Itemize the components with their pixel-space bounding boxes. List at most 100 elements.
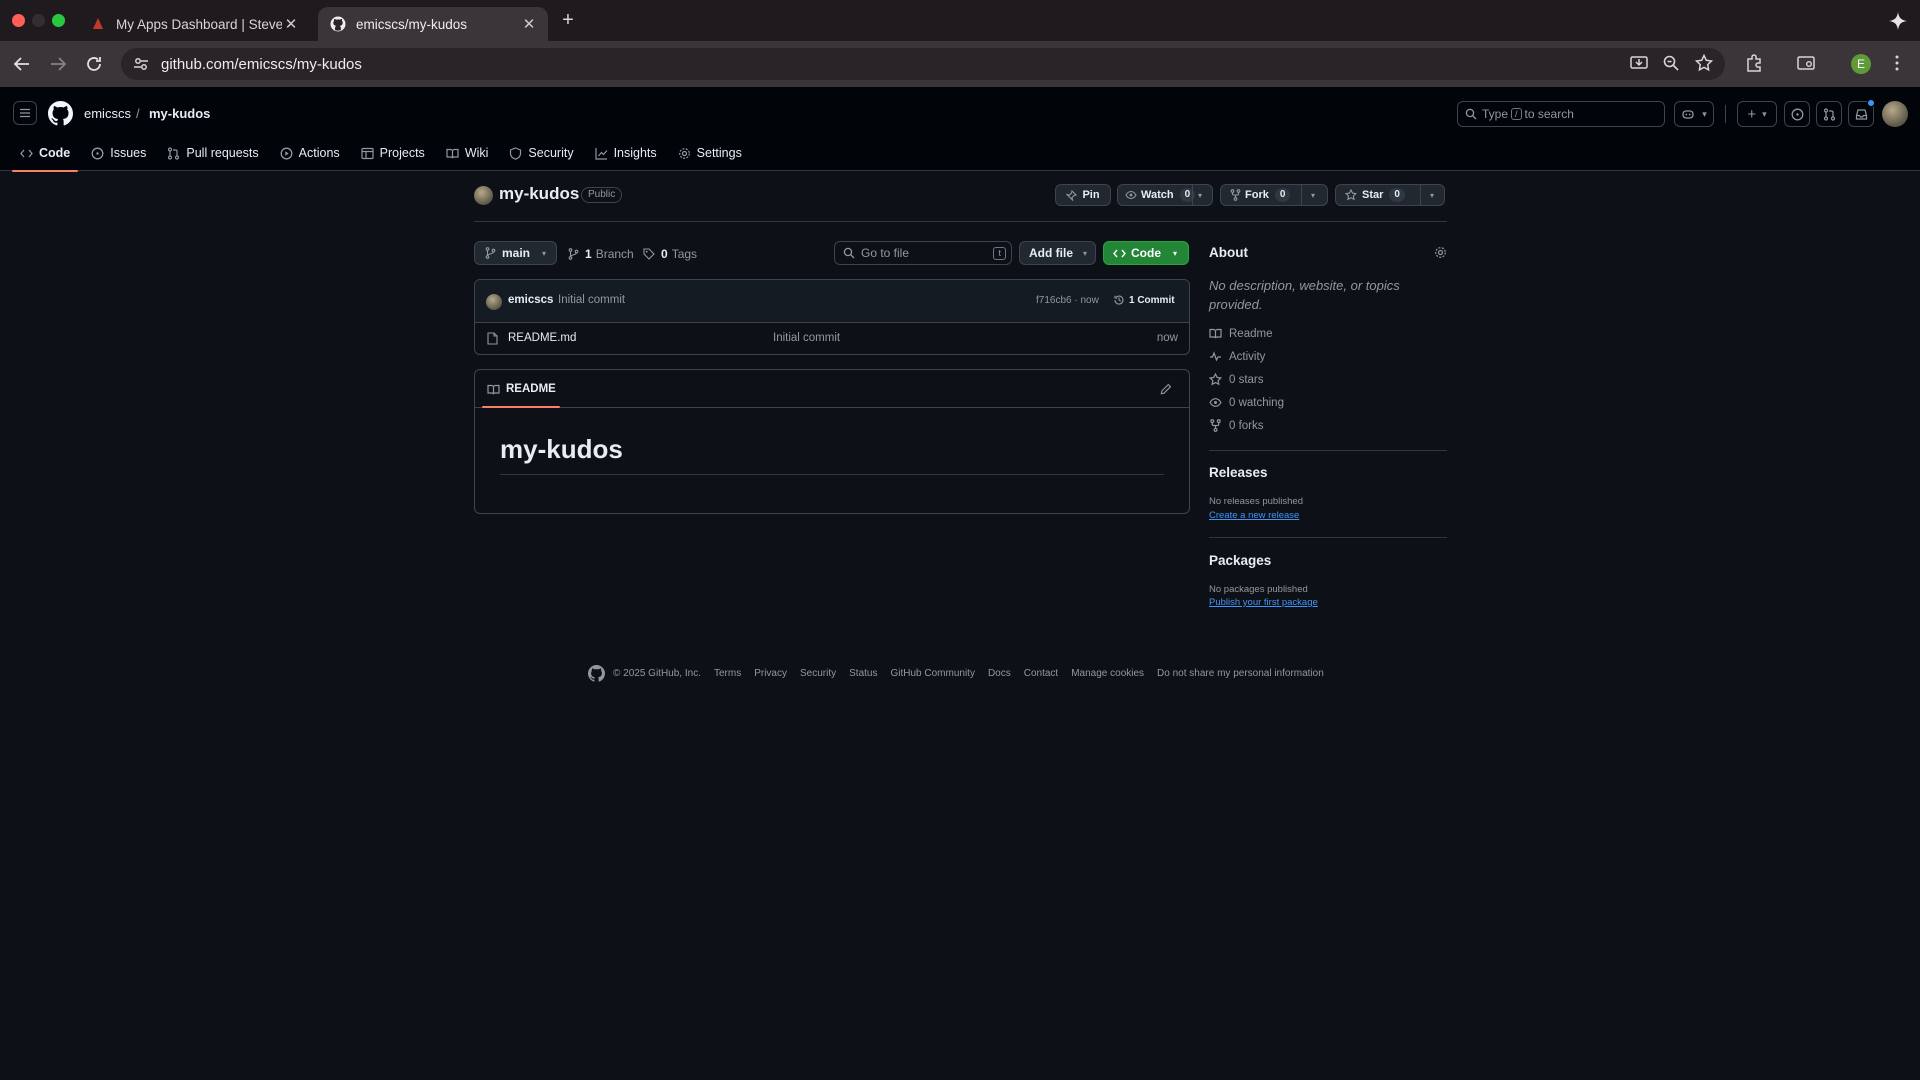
forks-link[interactable]: 0 forks bbox=[1209, 419, 1264, 432]
browser-profile-avatar[interactable]: E bbox=[1851, 54, 1871, 74]
tab-wiki[interactable]: Wiki bbox=[438, 135, 497, 171]
watching-link-label: 0 watching bbox=[1229, 396, 1284, 409]
add-file-label: Add file bbox=[1029, 246, 1073, 260]
github-logo-icon[interactable] bbox=[588, 664, 605, 682]
file-name[interactable]: README.md bbox=[508, 332, 576, 344]
back-arrow-icon[interactable] bbox=[11, 53, 33, 75]
chevron-down-icon: ▾ bbox=[542, 248, 547, 258]
readme-link[interactable]: Readme bbox=[1209, 327, 1272, 340]
pull-requests-button[interactable] bbox=[1816, 101, 1842, 127]
visibility-badge: Public bbox=[581, 187, 623, 203]
chevron-down-icon: ▾ bbox=[1083, 248, 1088, 258]
breadcrumb-repo[interactable]: my-kudos bbox=[149, 106, 210, 121]
create-new-button[interactable]: + ▾ bbox=[1737, 101, 1777, 127]
tab-title: My Apps Dashboard | Steven… bbox=[116, 16, 282, 32]
fork-button[interactable]: Fork 0 ▾ bbox=[1220, 184, 1328, 206]
pencil-icon[interactable] bbox=[1160, 383, 1172, 395]
browser-tab-repo[interactable]: emicscs/my-kudos ✕ bbox=[318, 7, 548, 41]
branch-selector[interactable]: main ▾ bbox=[474, 241, 557, 265]
code-button[interactable]: Code ▾ bbox=[1103, 241, 1189, 265]
releases-empty-text: No releases published bbox=[1209, 496, 1304, 507]
side-panel-icon[interactable] bbox=[1796, 53, 1816, 73]
browser-tab-dashboard[interactable]: My Apps Dashboard | Steven… ✕ bbox=[78, 7, 310, 41]
repo-tabs: Code Issues Pull requests Actions Projec… bbox=[12, 135, 755, 172]
chevron-down-icon[interactable]: ▾ bbox=[1430, 191, 1434, 200]
extensions-icon[interactable] bbox=[1744, 53, 1764, 73]
tab-actions[interactable]: Actions bbox=[272, 135, 348, 171]
gear-icon[interactable] bbox=[1434, 246, 1447, 259]
activity-link[interactable]: Activity bbox=[1209, 350, 1265, 363]
commit-sha-time[interactable]: f716cb6 · now bbox=[1036, 295, 1099, 306]
close-window-button[interactable] bbox=[12, 14, 25, 27]
readme-link-label: Readme bbox=[1229, 327, 1273, 340]
footer-link-status[interactable]: Status bbox=[849, 668, 877, 679]
footer-link-security[interactable]: Security bbox=[800, 668, 836, 679]
file-commit-message[interactable]: Initial commit bbox=[773, 332, 840, 344]
pin-button[interactable]: Pin bbox=[1055, 184, 1111, 206]
stars-link[interactable]: 0 stars bbox=[1209, 373, 1264, 386]
install-app-icon[interactable] bbox=[1629, 53, 1649, 73]
bookmark-star-icon[interactable] bbox=[1694, 53, 1714, 73]
watch-button[interactable]: Watch 0 ▾ bbox=[1117, 184, 1213, 206]
footer-link-privacy[interactable]: Privacy bbox=[754, 668, 787, 679]
tags-count: 0 bbox=[661, 247, 668, 261]
forward-arrow-icon[interactable] bbox=[47, 53, 69, 75]
repo-name[interactable]: my-kudos bbox=[499, 184, 579, 204]
tab-projects[interactable]: Projects bbox=[353, 135, 433, 171]
issue-icon bbox=[91, 147, 104, 159]
file-row[interactable]: README.md Initial commit now bbox=[475, 323, 1189, 354]
readme-tab[interactable]: README bbox=[487, 370, 556, 408]
commits-link[interactable]: 1 Commit bbox=[1113, 294, 1175, 306]
packages-title[interactable]: Packages bbox=[1209, 553, 1271, 568]
chevron-down-icon[interactable]: ▾ bbox=[1311, 191, 1315, 200]
tab-insights[interactable]: Insights bbox=[587, 135, 665, 171]
go-to-file-input[interactable]: Go to file t bbox=[834, 241, 1012, 265]
file-time: now bbox=[1156, 332, 1178, 344]
close-tab-icon[interactable]: ✕ bbox=[282, 15, 300, 33]
tab-settings[interactable]: Settings bbox=[670, 135, 750, 171]
zoom-icon[interactable] bbox=[1661, 53, 1681, 73]
gemini-sparkle-icon[interactable] bbox=[1887, 10, 1909, 32]
copilot-button[interactable]: ▾ bbox=[1674, 101, 1714, 127]
footer-link-contact[interactable]: Contact bbox=[1024, 668, 1058, 679]
commit-author[interactable]: emicscs bbox=[508, 294, 553, 306]
footer-link-do-not-share[interactable]: Do not share my personal information bbox=[1157, 668, 1324, 679]
zoom-window-button[interactable] bbox=[52, 14, 65, 27]
issues-button[interactable] bbox=[1784, 101, 1810, 127]
branches-link[interactable]: 1 Branch bbox=[568, 247, 634, 261]
commit-message[interactable]: Initial commit bbox=[558, 294, 625, 306]
tab-pull-requests[interactable]: Pull requests bbox=[159, 135, 266, 171]
code-icon bbox=[1113, 249, 1126, 257]
browser-menu-icon[interactable] bbox=[1887, 53, 1907, 73]
hamburger-menu-button[interactable] bbox=[13, 101, 37, 125]
footer-link-docs[interactable]: Docs bbox=[988, 668, 1011, 679]
github-logo-icon[interactable] bbox=[48, 101, 73, 126]
owner-avatar[interactable] bbox=[474, 186, 493, 205]
releases-title[interactable]: Releases bbox=[1209, 465, 1268, 480]
footer-link-terms[interactable]: Terms bbox=[714, 668, 741, 679]
watching-link[interactable]: 0 watching bbox=[1209, 396, 1284, 409]
star-count: 0 bbox=[1389, 188, 1405, 202]
tab-issues[interactable]: Issues bbox=[83, 135, 154, 171]
close-tab-icon[interactable]: ✕ bbox=[520, 15, 538, 33]
footer-link-manage-cookies[interactable]: Manage cookies bbox=[1071, 668, 1144, 679]
minimize-window-button[interactable] bbox=[32, 14, 45, 27]
commit-author-avatar[interactable] bbox=[486, 294, 502, 310]
footer-link-community[interactable]: GitHub Community bbox=[890, 668, 974, 679]
tags-link[interactable]: 0 Tags bbox=[643, 247, 697, 261]
new-tab-button[interactable]: + bbox=[557, 10, 579, 32]
star-button[interactable]: Star 0 ▾ bbox=[1335, 184, 1445, 206]
tab-code[interactable]: Code bbox=[12, 135, 79, 172]
create-release-link[interactable]: Create a new release bbox=[1209, 510, 1299, 521]
publish-package-link[interactable]: Publish your first package bbox=[1209, 597, 1318, 608]
site-info-icon[interactable] bbox=[131, 54, 151, 74]
breadcrumb-owner[interactable]: emicscs bbox=[84, 106, 131, 121]
address-bar[interactable]: github.com/emicscs/my-kudos bbox=[121, 48, 1725, 80]
search-input[interactable]: Type / to search bbox=[1457, 101, 1665, 127]
user-avatar[interactable] bbox=[1882, 101, 1908, 127]
tab-security[interactable]: Security bbox=[501, 135, 581, 171]
add-file-button[interactable]: Add file ▾ bbox=[1019, 241, 1096, 265]
go-to-file-shortcut: t bbox=[993, 246, 1006, 260]
chevron-down-icon[interactable]: ▾ bbox=[1198, 191, 1202, 200]
reload-icon[interactable] bbox=[83, 53, 105, 75]
